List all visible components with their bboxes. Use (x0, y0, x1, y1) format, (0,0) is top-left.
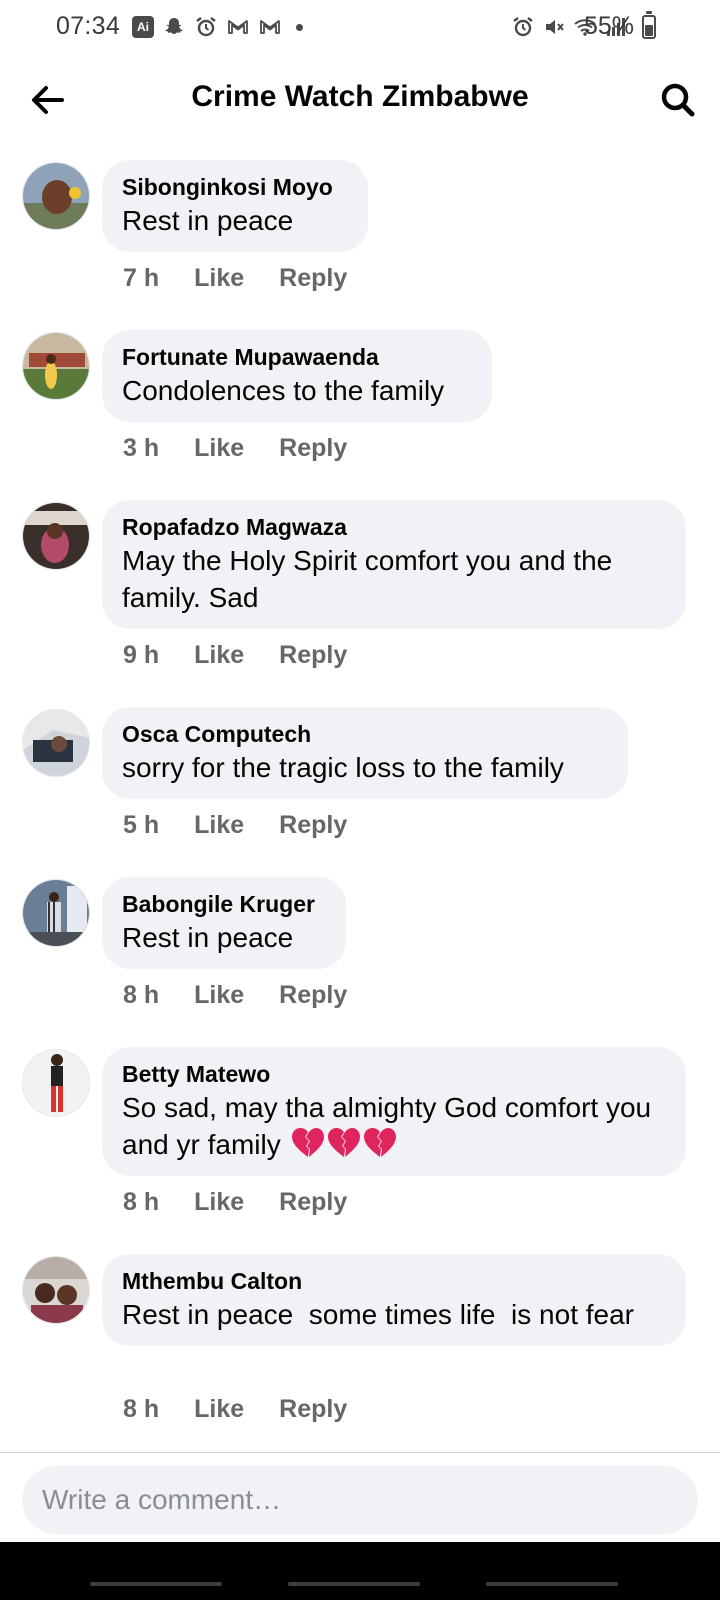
comment-author[interactable]: Mthembu Calton (122, 1266, 666, 1296)
comment-text: So sad, may tha almighty God comfort you… (122, 1089, 666, 1163)
nav-back-button[interactable] (486, 1582, 618, 1586)
comment-text: Rest in peace (122, 922, 294, 953)
comment-bubble[interactable]: Babongile Kruger Rest in peace (102, 877, 346, 969)
dot-icon (296, 23, 303, 31)
comment-input[interactable] (42, 1484, 678, 1516)
like-button[interactable]: Like (194, 641, 244, 670)
reply-button[interactable]: Reply (279, 1395, 347, 1424)
comment-actions: 5 h Like Reply (123, 811, 347, 840)
comment-actions: 8 h Like Reply (123, 1188, 347, 1217)
broken-heart-icon (363, 1128, 396, 1157)
comment-text: May the Holy Spirit comfort you and the … (122, 545, 613, 613)
comment-actions: 8 h Like Reply (123, 981, 347, 1010)
broken-heart-icon (327, 1128, 360, 1157)
comment-text: Condolences to the family (122, 375, 445, 406)
comment-author[interactable]: Betty Matewo (122, 1059, 666, 1089)
comment-actions: 7 h Like Reply (123, 264, 347, 293)
comment-time: 3 h (123, 434, 160, 462)
comment-bubble[interactable]: Osca Computech sorry for the tragic loss… (102, 707, 628, 799)
alarm-icon (196, 17, 216, 37)
comment-time: 8 h (123, 1395, 160, 1423)
comment-author[interactable]: Fortunate Mupawaenda (122, 342, 472, 372)
reply-button[interactable]: Reply (279, 434, 347, 463)
comment-bubble[interactable]: Fortunate Mupawaenda Condolences to the … (102, 330, 492, 422)
comment-author[interactable]: Babongile Kruger (122, 889, 326, 919)
avatar[interactable] (22, 162, 90, 230)
comment-text: Rest in peace (122, 205, 294, 236)
nav-home-button[interactable] (288, 1582, 420, 1586)
gmail-icon (228, 20, 248, 34)
system-nav-bar (0, 1542, 720, 1600)
avatar[interactable] (22, 709, 90, 777)
emoji-group (281, 1128, 397, 1160)
broken-heart-icon (291, 1128, 324, 1157)
mute-icon (546, 20, 564, 34)
comment-time: 9 h (123, 641, 160, 669)
reply-button[interactable]: Reply (279, 811, 347, 840)
comment-bubble[interactable]: Sibonginkosi Moyo Rest in peace (102, 160, 368, 252)
comment-time: 5 h (123, 811, 160, 839)
ai-icon: Ai (132, 16, 154, 38)
comment-bubble[interactable]: Ropafadzo Magwaza May the Holy Spirit co… (102, 500, 686, 629)
comment-actions: 3 h Like Reply (123, 434, 347, 463)
status-time: 07:34 (56, 12, 121, 40)
avatar[interactable] (22, 502, 90, 570)
battery-percent: 55% (583, 12, 634, 40)
search-icon (661, 83, 695, 117)
nav-recents-button[interactable] (90, 1582, 222, 1586)
composer-divider (0, 1452, 720, 1453)
avatar[interactable] (22, 1049, 90, 1117)
like-button[interactable]: Like (194, 1395, 244, 1424)
comment-text: Rest in peace some times life is not fea… (122, 1299, 634, 1330)
comment-author[interactable]: Osca Computech (122, 719, 608, 749)
battery-level (645, 25, 653, 36)
comment-time: 7 h (123, 264, 160, 292)
snapchat-icon (165, 18, 183, 34)
search-button[interactable] (652, 74, 704, 126)
status-bar: 07:34 Ai 55% (0, 0, 720, 56)
app-header: Crime Watch Zimbabwe (0, 56, 720, 144)
reply-button[interactable]: Reply (279, 1188, 347, 1217)
battery-icon (642, 11, 656, 39)
comment-time: 8 h (123, 1188, 160, 1216)
like-button[interactable]: Like (194, 981, 244, 1010)
avatar[interactable] (22, 1256, 90, 1324)
comment-bubble[interactable]: Betty Matewo So sad, may tha almighty Go… (102, 1047, 686, 1176)
reply-button[interactable]: Reply (279, 264, 347, 293)
comment-text: sorry for the tragic loss to the family (122, 752, 564, 783)
reply-button[interactable]: Reply (279, 981, 347, 1010)
reply-button[interactable]: Reply (279, 641, 347, 670)
like-button[interactable]: Like (194, 264, 244, 293)
like-button[interactable]: Like (194, 811, 244, 840)
comment-author[interactable]: Ropafadzo Magwaza (122, 512, 666, 542)
comment-actions: 9 h Like Reply (123, 641, 347, 670)
comment-time: 8 h (123, 981, 160, 1009)
comment-author[interactable]: Sibonginkosi Moyo (122, 172, 348, 202)
page-title: Crime Watch Zimbabwe (191, 80, 529, 113)
avatar[interactable] (22, 879, 90, 947)
gmail-icon (260, 20, 280, 34)
avatar[interactable] (22, 332, 90, 400)
comment-actions: 8 h Like Reply (123, 1395, 347, 1424)
status-left-icons: Ai (132, 14, 303, 40)
comment-bubble[interactable]: Mthembu Calton Rest in peace some times … (102, 1254, 686, 1346)
alarm-icon (513, 17, 533, 37)
like-button[interactable]: Like (194, 1188, 244, 1217)
like-button[interactable]: Like (194, 434, 244, 463)
comment-composer[interactable] (22, 1466, 698, 1534)
